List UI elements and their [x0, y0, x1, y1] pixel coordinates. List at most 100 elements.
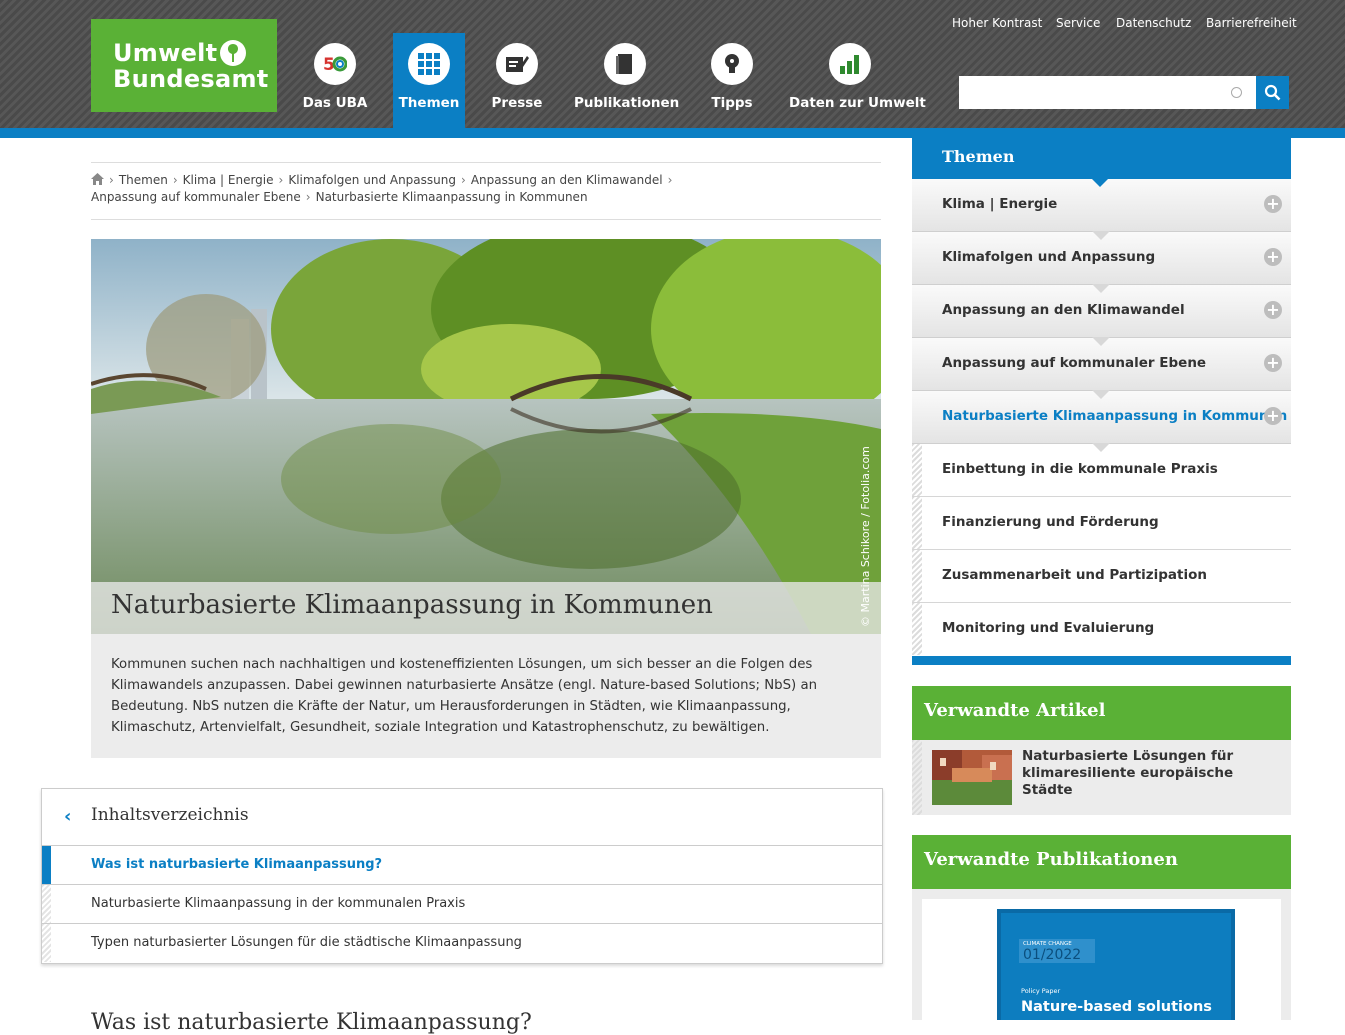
breadcrumb-item[interactable]: Themen — [119, 173, 168, 187]
hero-image: Naturbasierte Klimaanpassung in Kommunen — [91, 239, 881, 634]
link-barrierefreiheit[interactable]: Barrierefreiheit — [1206, 16, 1297, 30]
search-box — [959, 76, 1256, 109]
lightbulb-icon — [711, 43, 753, 85]
search-input[interactable] — [959, 76, 1235, 109]
book-icon — [604, 43, 646, 85]
teaser-text: Kommunen suchen nach nachhaltigen und ko… — [111, 657, 818, 735]
hero-title-bar: Naturbasierte Klimaanpassung in Kommunen — [91, 582, 881, 634]
expand-plus-icon[interactable]: + — [1264, 301, 1282, 319]
stripe-marker — [42, 924, 51, 962]
cover-type: Policy Paper — [1021, 987, 1061, 995]
toc-item-label: Typen naturbasierter Lösungen für die st… — [91, 935, 522, 950]
grid-icon — [408, 43, 450, 85]
sidebar-subitem-label: Einbettung in die kommunale Praxis — [942, 461, 1218, 477]
section-heading: Was ist naturbasierte Klimaanpassung? — [91, 1010, 532, 1035]
bar-chart-icon — [829, 43, 871, 85]
notch — [1092, 284, 1110, 293]
related-articles-header: Verwandte Artikel — [912, 686, 1291, 740]
sidebar-subitem-label: Zusammenarbeit und Partizipation — [942, 567, 1208, 583]
expand-plus-icon[interactable]: + — [1264, 195, 1282, 213]
page-title: Naturbasierte Klimaanpassung in Kommunen — [111, 590, 713, 620]
sidebar-subitem[interactable]: Finanzierung und Förderung — [912, 497, 1291, 550]
nav-publikationen[interactable]: Publikationen — [574, 33, 680, 128]
breadcrumb: › Themen › Klima | Energie › Klimafolgen und … — [91, 162, 881, 220]
toc-item-label: Naturbasierte Klimaanpassung in der komm… — [91, 896, 466, 911]
nav-daten-zur-umwelt[interactable]: Daten zur Umwelt — [789, 33, 926, 128]
expand-plus-icon[interactable]: + — [1264, 248, 1282, 266]
toc-item-label: Was ist naturbasierte Klimaanpassung? — [91, 857, 383, 872]
header-accent-bar — [0, 128, 1345, 138]
stripe-marker — [912, 497, 922, 549]
logo-line-1: Umwelt — [113, 39, 218, 67]
related-publications-header: Verwandte Publikationen — [912, 835, 1291, 889]
nav-label: Publikationen — [574, 95, 680, 111]
sidebar-title: Themen — [942, 147, 1015, 166]
breadcrumb-item[interactable]: Anpassung an den Klimawandel — [471, 173, 663, 187]
cover-number: 01/2022 — [1023, 947, 1082, 963]
link-service[interactable]: Service — [1056, 16, 1100, 30]
toc-header[interactable]: ‹ Inhaltsverzeichnis — [42, 789, 882, 846]
breadcrumb-item[interactable]: Klimafolgen und Anpassung — [288, 173, 456, 187]
nav-label: Tipps — [711, 95, 753, 111]
expand-plus-icon[interactable]: + — [1264, 354, 1282, 372]
nav-themen[interactable]: Themen — [393, 33, 465, 128]
press-icon — [496, 43, 538, 85]
home-icon[interactable] — [91, 173, 104, 185]
sidebar-subitem-label: Finanzierung und Förderung — [942, 514, 1159, 530]
nav-label: Das UBA — [302, 95, 368, 111]
notch — [1092, 390, 1110, 399]
sidebar-header: Themen — [912, 138, 1291, 187]
nav-presse[interactable]: Presse — [483, 33, 551, 128]
related-articles-title: Verwandte Artikel — [924, 700, 1106, 721]
stripe-marker — [912, 444, 922, 496]
breadcrumb-current: Naturbasierte Klimaanpassung in Kommunen — [315, 190, 588, 204]
toc-title: Inhaltsverzeichnis — [91, 805, 249, 825]
nav-das-uba[interactable]: 5 Das UBA — [296, 33, 374, 128]
nav-label: Themen — [398, 95, 460, 111]
uba-logo[interactable]: Umwelt Bundesamt — [91, 19, 277, 112]
image-credit: © Martina Schikore / Fotolia.com — [859, 446, 872, 627]
breadcrumb-item[interactable]: Anpassung auf kommunaler Ebene — [91, 190, 301, 204]
related-publications-title: Verwandte Publikationen — [924, 849, 1178, 870]
link-datenschutz[interactable]: Datenschutz — [1116, 16, 1191, 30]
stripe-marker — [912, 603, 922, 655]
sidebar-item-label: Anpassung an den Klimawandel — [942, 302, 1185, 318]
search-icon — [1264, 84, 1281, 101]
logo-tree-icon — [220, 40, 246, 66]
active-marker — [42, 846, 51, 884]
article-thumbnail — [932, 750, 1012, 805]
breadcrumb-item[interactable]: Klima | Energie — [183, 173, 274, 187]
notch — [1092, 443, 1110, 452]
notch — [1092, 179, 1108, 187]
table-of-contents: ‹ Inhaltsverzeichnis Was ist naturbasier… — [41, 788, 883, 964]
toc-item[interactable]: Typen naturbasierter Lösungen für die st… — [42, 924, 882, 962]
loading-ring-icon — [1231, 87, 1242, 98]
sidebar-footer-bar — [912, 656, 1291, 665]
sidebar-subitem[interactable]: Monitoring und Evaluierung — [912, 603, 1291, 655]
expand-plus-icon[interactable]: + — [1264, 407, 1282, 425]
search-button[interactable] — [1256, 76, 1289, 109]
publication-frame: CLIMATE CHANGE 01/2022 Policy Paper Natu… — [922, 899, 1281, 1020]
related-article-card[interactable]: Naturbasierte Lösungen für klimaresilien… — [912, 740, 1291, 815]
link-hoher-kontrast[interactable]: Hoher Kontrast — [952, 16, 1042, 30]
sidebar-item-label: Klimafolgen und Anpassung — [942, 249, 1156, 265]
notch — [1092, 337, 1110, 346]
related-article-title[interactable]: Naturbasierte Lösungen für klimaresilien… — [1022, 748, 1282, 799]
nav-tipps[interactable]: Tipps — [706, 33, 758, 128]
chevron-left-icon[interactable]: ‹ — [64, 806, 71, 827]
sidebar-subitem[interactable]: Zusammenarbeit und Partizipation — [912, 550, 1291, 603]
related-publication-card[interactable]: CLIMATE CHANGE 01/2022 Policy Paper Natu… — [912, 889, 1291, 1020]
stripe-marker — [912, 550, 922, 602]
publication-cover[interactable]: CLIMATE CHANGE 01/2022 Policy Paper Natu… — [997, 909, 1235, 1020]
notch — [1092, 231, 1110, 240]
cover-title: Nature-based solutions — [1021, 999, 1212, 1015]
toc-item[interactable]: Was ist naturbasierte Klimaanpassung? — [42, 846, 882, 885]
sidebar-item-label: Naturbasierte Klimaanpassung in Kommunen — [942, 408, 1288, 424]
teaser-box: Kommunen suchen nach nachhaltigen und ko… — [91, 634, 881, 758]
park-lake-photo — [91, 239, 881, 634]
stripe-marker — [912, 740, 922, 815]
uba-50-icon: 5 — [314, 43, 356, 85]
sidebar-subitem-label: Monitoring und Evaluierung — [942, 620, 1155, 636]
stripe-marker — [42, 885, 51, 923]
toc-item[interactable]: Naturbasierte Klimaanpassung in der komm… — [42, 885, 882, 924]
